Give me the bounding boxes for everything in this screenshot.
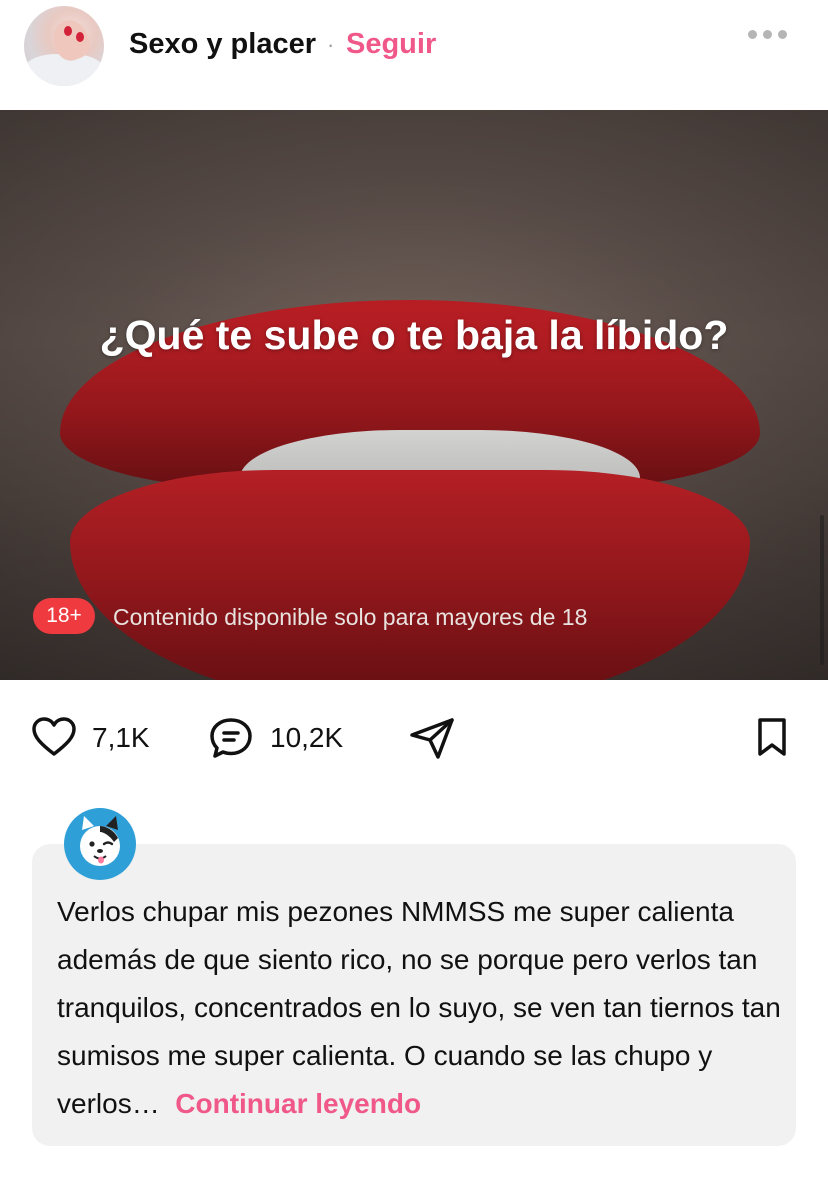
- bookmark-icon[interactable]: [756, 716, 788, 758]
- avatar-nail: [76, 32, 84, 42]
- continue-reading-link[interactable]: Continuar leyendo: [175, 1088, 421, 1119]
- image-overlay: [0, 110, 828, 680]
- likes-count[interactable]: 7,1K: [92, 722, 150, 754]
- comment-text: Verlos chupar mis pezones NMMSS me super…: [57, 888, 787, 1128]
- avatar-nail: [64, 26, 72, 36]
- comments-count[interactable]: 10,2K: [270, 722, 343, 754]
- post-title: ¿Qué te sube o te baja la líbido?: [99, 312, 729, 358]
- author-name[interactable]: Sexo y placer: [129, 28, 316, 61]
- send-icon[interactable]: [408, 716, 456, 760]
- more-options-icon[interactable]: [748, 24, 788, 44]
- comment-body: Verlos chupar mis pezones NMMSS me super…: [57, 896, 781, 1119]
- follow-button[interactable]: Seguir: [346, 28, 436, 61]
- age-notice: Contenido disponible solo para mayores d…: [113, 604, 588, 630]
- action-bar: 7,1K 10,2K: [0, 680, 828, 800]
- scrollbar[interactable]: [820, 515, 824, 665]
- author-avatar[interactable]: [24, 6, 104, 86]
- age-badge: 18+: [33, 598, 95, 634]
- comment-icon[interactable]: [208, 716, 254, 760]
- post-image[interactable]: ¿Qué te sube o te baja la líbido? 18+ Co…: [0, 110, 828, 680]
- separator-dot: ·: [327, 32, 335, 57]
- heart-icon[interactable]: [31, 716, 77, 758]
- post-header: Sexo y placer · Seguir: [0, 0, 828, 110]
- dog-avatar-icon[interactable]: [64, 808, 136, 880]
